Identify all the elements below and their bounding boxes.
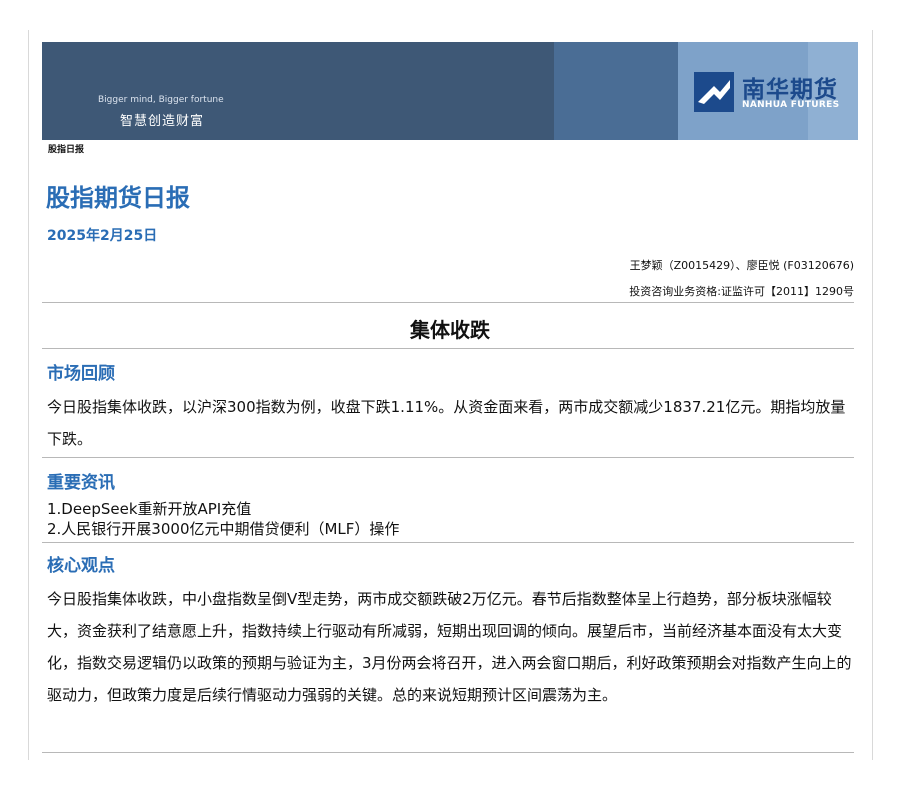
core-view-body: 今日股指集体收跌，中小盘指数呈倒V型走势，两市成交额跌破2万亿元。春节后指数整体… (47, 590, 852, 704)
header-banner: Bigger mind, Bigger fortune 智慧创造财富 南华期货 … (42, 42, 858, 140)
headline: 集体收跌 (410, 318, 490, 342)
banner-mid-panel (554, 42, 678, 140)
market-review-body: 今日股指集体收跌，以沪深300指数为例，收盘下跌1.11%。从资金面来看，两市成… (47, 398, 846, 448)
slogan-chinese: 智慧创造财富 (120, 114, 205, 129)
page-border-left (28, 30, 29, 760)
divider-market-review (42, 457, 854, 458)
report-title: 股指期货日报 (46, 184, 190, 212)
company-logo: 南华期货 NANHUA FUTURES (694, 68, 854, 116)
license-info: 投资咨询业务资格:证监许可【2011】1290号 (629, 285, 854, 298)
section-title-market-review: 市场回顾 (47, 364, 115, 384)
section-title-core-view: 核心观点 (47, 556, 115, 576)
section-title-news: 重要资讯 (47, 473, 115, 493)
news-list: 1.DeepSeek重新开放API充值 2.人民银行开展3000亿元中期借贷便利… (47, 499, 399, 539)
divider-news (42, 542, 854, 543)
divider-top (42, 302, 854, 303)
page-border-right (872, 30, 873, 760)
list-item: 1.DeepSeek重新开放API充值 (47, 500, 252, 518)
report-date: 2025年2月25日 (47, 228, 158, 244)
list-item: 2.人民银行开展3000亿元中期借贷便利（MLF）操作 (47, 520, 400, 538)
divider-bottom (42, 752, 854, 753)
slogan-english: Bigger mind, Bigger fortune (98, 95, 224, 105)
logo-english-text: NANHUA FUTURES (742, 100, 840, 110)
divider-headline (42, 348, 854, 349)
logo-chinese-text: 南华期货 (742, 77, 838, 103)
nanhua-logo-icon (694, 72, 734, 112)
report-authors: 王梦颖（Z0015429）、廖臣悦 (F03120676) (629, 259, 854, 272)
document-category-label: 股指日报 (48, 145, 85, 155)
